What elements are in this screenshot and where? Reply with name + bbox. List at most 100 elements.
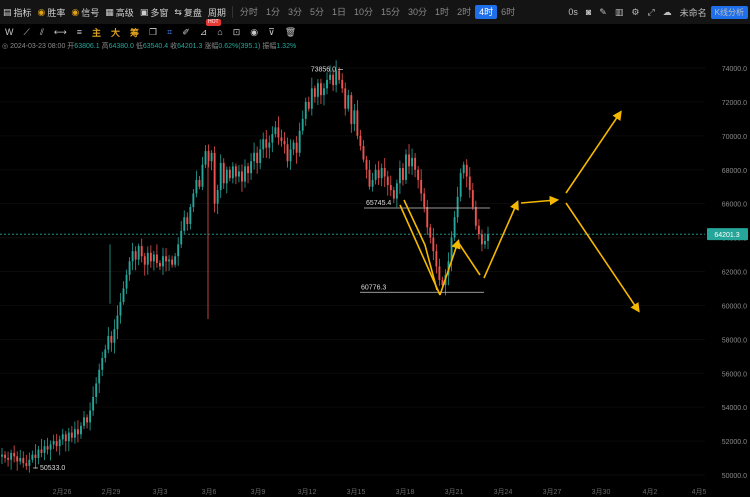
candle-body [125,274,128,289]
candle-body [40,449,43,453]
candle-body [484,240,486,245]
candle-body [487,234,489,241]
cloud-name[interactable]: 未命名 [676,6,711,19]
candle-body [34,454,37,459]
interval-1[interactable]: 1分 [262,0,284,24]
candle-body [313,88,316,97]
candle-body [174,256,177,265]
candle-body [295,142,298,153]
candle-body [198,179,201,187]
interval-3[interactable]: 5分 [306,0,328,24]
last-price-label: 64201.3 [714,232,739,239]
filter-icon[interactable]: ⊽ [263,27,280,38]
interval-4[interactable]: 1日 [328,0,350,24]
toolbar-bars-button[interactable]: ▤ 指标 [0,0,35,24]
toolbar-label: 高级 [115,7,134,18]
speed-label[interactable]: 0s [564,7,582,17]
candle-body [316,83,319,97]
select-icon[interactable]: ⌗ [162,27,177,38]
candle-body [392,190,395,199]
main-chart-toggle[interactable]: 主 [87,26,106,39]
candle-body [371,179,374,187]
candle-body [76,429,79,435]
toolbar-signal-button[interactable]: ◉ 信号 [68,0,102,24]
candle-body [329,74,331,80]
candle-body [383,168,386,177]
candle-body [31,454,34,460]
chips-toggle[interactable]: 筹 [125,26,144,39]
candle-body [137,246,140,260]
candle-body [231,166,234,179]
interval-8[interactable]: 1时 [431,0,453,24]
candle-body [228,169,231,179]
brand-w-icon[interactable]: W [0,27,19,37]
interval-0[interactable]: 分时 [236,0,262,24]
toolbar-windows-button[interactable]: ▣ 多窗 [137,0,172,24]
interval-11[interactable]: 6时 [497,0,519,24]
interval-7[interactable]: 30分 [404,0,431,24]
trash-icon[interactable]: 🗑 [280,27,301,38]
x-tick-label: 3月3 [153,488,168,496]
candle-body [171,259,174,265]
candle-body [411,157,414,167]
copy-icon[interactable]: ❐ [144,27,162,38]
interval-2[interactable]: 3分 [284,0,306,24]
interval-10[interactable]: 4时 [475,5,498,19]
toolbar-label: 胜率 [47,7,66,18]
interval-5[interactable]: 10分 [350,0,377,24]
layout-icon[interactable]: ▥ [611,7,628,18]
trendline-icon[interactable]: ⟋ [19,27,35,38]
candle-body [338,70,341,80]
candle-body [298,130,301,153]
candle-body [73,429,76,438]
candle-body [28,459,31,466]
candle-body [429,227,432,238]
price-chart[interactable]: 74000.072000.070000.068000.066000.064000… [0,40,750,497]
y-tick-label: 74000.0 [722,66,747,73]
drawing-toolbar: W ⟋ ⫽ ⟷ ≡ 主 大 筹 ❐ ⌗ ✐ ⊿ ⌂ ⊡ ◉ ⊽ 🗑 [0,24,430,40]
brush-icon[interactable]: ✐ [177,27,195,38]
interval-9[interactable]: 2时 [453,0,475,24]
ruler-icon[interactable]: ⌂ [212,27,227,37]
camera-icon[interactable]: ◙ [582,7,595,17]
candle-body [395,183,398,199]
candle-body [414,157,417,170]
y-tick-label: 66000.0 [722,202,747,209]
interval-6[interactable]: 15分 [377,0,404,24]
kline-analysis-button[interactable]: K线分析 [710,5,748,19]
candle-body [265,139,268,148]
candle-body [165,256,167,262]
toolbar-target-button[interactable]: ◉ 胜率 [35,0,69,24]
settings-icon[interactable]: ⚙ [627,7,643,18]
toolbar-grid-button[interactable]: ▦ 高级 [102,0,137,24]
candle-body [432,237,435,252]
fullscreen-icon[interactable]: ⤢ [643,7,658,18]
cloud-icon[interactable]: ☁ [659,7,676,18]
candle-body [213,152,216,204]
x-tick-label: 3月30 [592,488,611,496]
candle-body [380,168,383,179]
x-tick-label: 3月24 [494,488,513,496]
edit-icon[interactable]: ✎ [595,7,611,18]
forecast-path [565,110,622,194]
forecast-path [457,241,481,276]
candle-body [131,251,134,262]
measure-icon[interactable]: ⊿ [195,27,213,38]
fib-icon[interactable]: ≡ [72,27,87,37]
lock-icon[interactable]: ⊡ [228,27,246,38]
y-tick-label: 52000.0 [722,439,747,446]
candle-body [417,169,420,180]
candle-body [70,432,73,438]
signal-icon: ◉ [71,6,80,17]
eye-icon[interactable]: ◉ [245,27,263,38]
x-tick-label: 3月9 [251,488,266,496]
candle-body [241,171,243,182]
candle-body [83,417,85,426]
multiline-icon[interactable]: ⫽ [35,27,49,38]
big-toggle[interactable]: 大 [106,26,125,39]
hline-icon[interactable]: ⟷ [49,27,72,38]
candle-body [183,217,186,231]
y-tick-label: 70000.0 [722,134,747,141]
candle-body [465,164,468,177]
toolbar-replay-button[interactable]: ⇆ 复盘 [171,0,205,24]
